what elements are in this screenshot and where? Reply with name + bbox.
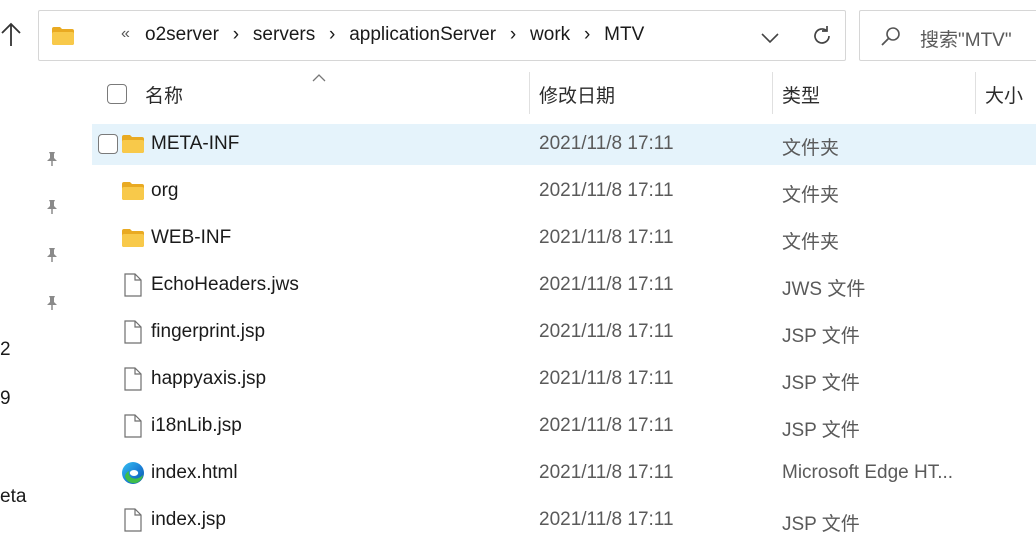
breadcrumb-item[interactable]: servers <box>251 24 317 46</box>
column-header-type[interactable]: 类型 <box>782 72 820 116</box>
file-type: 文件夹 <box>782 232 840 253</box>
file-name[interactable]: i18nLib.jsp <box>151 415 242 437</box>
file-name[interactable]: index.jsp <box>151 509 226 531</box>
file-modified-date: 2021/11/8 17:11 <box>539 509 674 530</box>
file-type: JSP 文件 <box>782 326 860 347</box>
search-input[interactable]: 搜索"MTV" <box>859 10 1036 61</box>
breadcrumb-overflow[interactable]: « <box>121 25 130 43</box>
column-header-size[interactable]: 大小 <box>985 72 1023 116</box>
file-row[interactable]: i18nLib.jsp 2021/11/8 17:11 JSP 文件 <box>92 406 1036 447</box>
breadcrumb-item[interactable]: MTV <box>602 24 646 46</box>
file-row[interactable]: EchoHeaders.jws 2021/11/8 17:11 JWS 文件 <box>92 265 1036 306</box>
pin-icon[interactable] <box>43 150 61 168</box>
pin-icon[interactable] <box>43 246 61 264</box>
select-all-checkbox[interactable] <box>107 84 127 104</box>
breadcrumb-separator[interactable]: › <box>498 24 528 46</box>
file-row[interactable]: WEB-INF 2021/11/8 17:11 文件夹 <box>92 218 1036 259</box>
file-type: 文件夹 <box>782 185 840 206</box>
file-modified-date: 2021/11/8 17:11 <box>539 274 674 295</box>
file-row[interactable]: META-INF 2021/11/8 17:11 文件夹 <box>92 124 1036 165</box>
file-row[interactable]: index.jsp 2021/11/8 17:11 JSP 文件 <box>92 500 1036 541</box>
file-icon <box>120 272 146 298</box>
breadcrumb-separator[interactable]: › <box>317 24 347 46</box>
breadcrumb-separator[interactable]: › <box>572 24 602 46</box>
file-modified-date: 2021/11/8 17:11 <box>539 133 674 154</box>
file-type: 文件夹 <box>782 138 840 159</box>
sort-ascending-icon <box>311 70 327 88</box>
file-icon <box>120 366 146 392</box>
file-name[interactable]: happyaxis.jsp <box>151 368 266 390</box>
file-type: Microsoft Edge HT... <box>782 462 954 483</box>
folder-icon <box>120 225 146 251</box>
column-divider[interactable] <box>975 72 976 114</box>
file-name[interactable]: META-INF <box>151 133 239 155</box>
pin-icon[interactable] <box>43 198 61 216</box>
file-name[interactable]: WEB-INF <box>151 227 231 249</box>
column-divider[interactable] <box>529 72 530 114</box>
folder-icon <box>120 131 146 157</box>
file-name[interactable]: index.html <box>151 462 238 484</box>
file-type: JWS 文件 <box>782 279 866 300</box>
row-checkbox[interactable] <box>98 134 118 154</box>
breadcrumb-item[interactable]: applicationServer <box>347 24 498 46</box>
file-row[interactable]: happyaxis.jsp 2021/11/8 17:11 JSP 文件 <box>92 359 1036 400</box>
nav-item-fragment[interactable]: 9 <box>0 388 11 410</box>
search-placeholder: 搜索"MTV" <box>920 30 1012 51</box>
file-modified-date: 2021/11/8 17:11 <box>539 462 674 483</box>
file-modified-date: 2021/11/8 17:11 <box>539 368 674 389</box>
up-arrow-icon[interactable] <box>0 20 22 52</box>
refresh-icon[interactable] <box>810 24 834 48</box>
file-modified-date: 2021/11/8 17:11 <box>539 321 674 342</box>
navigation-pane: 2 9 eta <box>0 62 80 550</box>
column-divider[interactable] <box>772 72 773 114</box>
file-modified-date: 2021/11/8 17:11 <box>539 180 674 201</box>
file-modified-date: 2021/11/8 17:11 <box>539 227 674 248</box>
folder-icon <box>120 178 146 204</box>
file-name[interactable]: org <box>151 180 178 202</box>
folder-icon <box>51 26 75 51</box>
search-icon <box>880 26 902 53</box>
address-bar[interactable]: « o2server › servers › applicationServer › wor… <box>38 10 846 61</box>
breadcrumb-separator[interactable]: › <box>221 24 251 46</box>
file-icon <box>120 413 146 439</box>
edge-icon <box>120 460 146 486</box>
chevron-down-icon[interactable] <box>759 26 781 48</box>
column-header-name[interactable]: 名称 <box>145 72 183 116</box>
file-type: JSP 文件 <box>782 514 860 535</box>
breadcrumb: o2server › servers › applicationServer › work ›… <box>143 24 646 46</box>
breadcrumb-item[interactable]: o2server <box>143 24 221 46</box>
file-row[interactable]: index.html 2021/11/8 17:11 Microsoft Edge … <box>92 453 1036 494</box>
nav-item-fragment[interactable]: eta <box>0 486 26 508</box>
breadcrumb-item[interactable]: work <box>528 24 572 46</box>
file-icon <box>120 319 146 345</box>
file-modified-date: 2021/11/8 17:11 <box>539 415 674 436</box>
file-name[interactable]: fingerprint.jsp <box>151 321 265 343</box>
pin-icon[interactable] <box>43 294 61 312</box>
file-type: JSP 文件 <box>782 373 860 394</box>
file-row[interactable]: org 2021/11/8 17:11 文件夹 <box>92 171 1036 212</box>
file-type: JSP 文件 <box>782 420 860 441</box>
file-name[interactable]: EchoHeaders.jws <box>151 274 299 296</box>
nav-item-fragment[interactable]: 2 <box>0 339 11 361</box>
column-header-date[interactable]: 修改日期 <box>539 72 615 116</box>
file-icon <box>120 507 146 533</box>
file-row[interactable]: fingerprint.jsp 2021/11/8 17:11 JSP 文件 <box>92 312 1036 353</box>
